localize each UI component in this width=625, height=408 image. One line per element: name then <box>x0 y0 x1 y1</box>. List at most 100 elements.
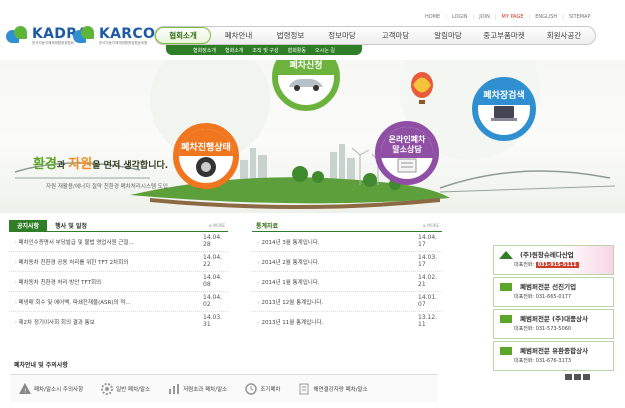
tire-icon <box>196 157 216 177</box>
top-menu-login[interactable]: LOGIN <box>452 14 468 20</box>
svg-text:!: ! <box>24 388 26 394</box>
tagline-rest: 을 먼저 생각합니다. <box>92 161 169 171</box>
scrap-status-label: 폐차진행상태 <box>179 129 233 156</box>
guide-caution[interactable]: ! 폐차/말소시 주의사항 <box>10 383 92 394</box>
hero-description: 자원 재활용/에너지 절약 친환경 폐차처리시스템 도입 <box>46 184 168 190</box>
ad-prev-button[interactable] <box>565 374 572 380</box>
stats-item-title[interactable]: · 2013년 12월 통계입니다. <box>258 298 323 306</box>
top-menu-home[interactable]: HOME <box>425 14 440 20</box>
gnb-member-space[interactable]: 회원사공간 <box>534 27 594 44</box>
ad-slider-controls <box>565 374 590 380</box>
laptop-icon <box>491 106 517 121</box>
gnb-info-square[interactable]: 정보마당 <box>315 27 369 44</box>
top-menu-mypage[interactable]: MY PAGE <box>502 14 524 20</box>
ad-company-name: 폐범퍼전문 (주)대풍상사 <box>520 315 589 323</box>
ad-company-name: (주)원창슈레다산업 <box>520 251 574 259</box>
gear-icon <box>101 382 114 395</box>
notice-row[interactable]: · 폐차인수증명서 부당발급 및 불법 영업사원 근절... 14.04.28 <box>9 232 228 252</box>
document-icon <box>299 383 309 394</box>
stats-row[interactable]: · 2014년 1월 통계입니다. 14.02.21 <box>252 272 442 292</box>
notice-title[interactable]: · 폐차동차 친환경 처리 방안 TFT회의 <box>15 278 101 286</box>
car-icon <box>289 79 323 91</box>
guide-early-scrap[interactable]: 조기폐차 <box>236 382 289 395</box>
notice-title[interactable]: · 폐차인수증명서 부당발급 및 불법 영업사원 근절... <box>15 238 134 246</box>
ad-phone: 대표전화: 031-665-0177 <box>514 294 572 300</box>
top-menu-join[interactable]: JOIN <box>479 14 490 20</box>
tab-events[interactable]: 행사 및 일정 <box>47 220 95 231</box>
tagline-environment: 환경 <box>33 157 57 172</box>
gnb-used-parts-market[interactable]: 중고부품마켓 <box>474 27 534 44</box>
ad-banner[interactable]: 폐범퍼전문 유환종합상사 대표전화: 031-676-3173 <box>493 341 614 371</box>
stats-row[interactable]: · 2014년 2월 통계입니다. 14.03.17 <box>252 252 442 272</box>
stats-item-date: 14.02.21 <box>418 274 438 288</box>
guide-confiscated-scrap[interactable]: 해연결강자량 폐차/말소 <box>289 383 376 395</box>
stats-item-date: 14.01.07 <box>418 294 438 308</box>
scrap-guide-title: 폐차안내 및 주의사항 <box>14 362 68 369</box>
ad-banner[interactable]: (주)원창슈레다산업 대표전화: 031-915-5111 <box>493 245 614 275</box>
stats-row[interactable]: · 2013년 12월 통계입니다. 14.01.07 <box>252 292 442 312</box>
karco-logo[interactable]: KARCO 한국자동차해체재활용업협동조합 <box>73 22 155 50</box>
notice-title[interactable]: · 제2차 정기이사회 회의 결과 통보 <box>15 318 95 326</box>
gnb-notice-square[interactable]: 알림마당 <box>422 27 474 44</box>
stats-item-title[interactable]: · 2013년 11월 통계입니다. <box>258 318 323 326</box>
gnb-association[interactable]: 협회소개 <box>155 27 211 44</box>
top-utility-menu: HOME | LOGIN | JOIN | MY PAGE | ENGLISH | SIT… <box>425 14 591 20</box>
main-navigation: 협회소개 폐차안내 법령정보 정보마당 고객마당 알림마당 중고부품마켓 회원사… <box>154 26 596 45</box>
hero-tagline: 환경과 자원을 먼저 생각합니다. <box>33 153 168 172</box>
ad-next-button[interactable] <box>583 374 590 380</box>
kadra-logo-mark <box>6 26 30 46</box>
stats-item-date: 13.12.11 <box>418 314 438 328</box>
guide-normal-scrap[interactable]: 일반 폐차/말소 <box>92 382 159 395</box>
scrap-status-bubble[interactable]: 폐차진행상태 <box>173 123 239 189</box>
hero-banner: 환경과 자원을 먼저 생각합니다. 자원 재활용/에너지 절약 친환경 폐차처리… <box>0 60 625 213</box>
online-consult-label: 온라인폐차 말소상담 <box>381 127 433 158</box>
company-logo-icon <box>500 347 512 355</box>
sub-navigation: 협회장소개 협회소개 조직 및 구성 협회활동 오시는 길 <box>166 45 362 55</box>
notice-row[interactable]: · 폐차동차 친환경 공동 처리를 위한 TFT 2차회의 14.04.22 <box>9 252 228 272</box>
subnav-activities[interactable]: 협회활동 <box>288 47 306 54</box>
tab-notice[interactable]: 공지사항 <box>9 220 48 231</box>
karco-logo-mark <box>73 26 97 46</box>
partner-ads: (주)원창슈레다산업 대표전화: 031-915-5111 폐범퍼전문 선진기업… <box>493 245 614 372</box>
company-logo-icon <box>500 283 512 291</box>
stats-item-title[interactable]: · 2014년 2월 통계입니다. <box>258 258 320 266</box>
scrap-request-label: 폐차신청 <box>278 60 334 75</box>
karco-logo-name: KARCO <box>99 25 156 42</box>
stats-more-link[interactable]: ⊕ MORE <box>422 223 439 228</box>
warning-icon: ! <box>19 383 31 394</box>
stats-row[interactable]: · 2013년 11월 통계입니다. 13.12.11 <box>252 312 442 332</box>
notice-row[interactable]: · 폐차동차 친환경 처리 방안 TFT회의 14.04.08 <box>9 272 228 292</box>
notice-date: 14.04.08 <box>203 274 223 288</box>
ad-pause-button[interactable] <box>574 374 581 380</box>
guide-excess-scrap[interactable]: 저렴초과 폐차/말소 <box>159 383 236 395</box>
subnav-association[interactable]: 협회소개 <box>225 47 243 54</box>
stats-row[interactable]: · 2014년 3월 통계입니다. 14.04.17 <box>252 232 442 252</box>
stats-title[interactable]: 통계자료 <box>252 220 442 232</box>
ad-banner[interactable]: 폐범퍼전문 (주)대풍상사 대표전화: 031-573-5060 <box>493 309 614 339</box>
top-menu-sitemap[interactable]: SITEMAP <box>569 14 591 20</box>
notice-more-link[interactable]: ⊕ MORE <box>208 223 225 228</box>
stats-item-date: 14.04.17 <box>418 234 438 248</box>
gnb-customer-square[interactable]: 고객마당 <box>369 27 422 44</box>
chart-icon <box>169 383 180 394</box>
ad-banner[interactable]: 폐범퍼전문 선진기업 대표전화: 031-665-0177 <box>493 277 614 307</box>
subnav-directions[interactable]: 오시는 길 <box>315 47 335 54</box>
ad-company-name: 폐범퍼전문 선진기업 <box>520 283 577 291</box>
stats-item-title[interactable]: · 2014년 3월 통계입니다. <box>258 238 320 246</box>
scrapyard-search-bubble[interactable]: 폐차장검색 <box>472 77 536 141</box>
notice-row[interactable]: · 폐냉매 회수 및 에어백, 파쇄잔재물(ASR)의 적... 14.04.0… <box>9 292 228 312</box>
notice-date: 14.04.22 <box>203 254 223 268</box>
notice-title[interactable]: · 폐냉매 회수 및 에어백, 파쇄잔재물(ASR)의 적... <box>15 298 131 306</box>
stats-item-title[interactable]: · 2014년 1월 통계입니다. <box>258 278 320 286</box>
gnb-law-info[interactable]: 법령정보 <box>266 27 315 44</box>
online-consult-bubble[interactable]: 온라인폐차 말소상담 <box>375 121 439 185</box>
notice-row[interactable]: · 제2차 정기이사회 회의 결과 통보 14.03.31 <box>9 312 228 332</box>
stats-item-date: 14.03.17 <box>418 254 438 268</box>
gnb-scrap-guide[interactable]: 폐차안내 <box>211 27 266 44</box>
subnav-chairman[interactable]: 협회장소개 <box>193 47 216 54</box>
notice-date: 14.03.31 <box>203 314 223 328</box>
tagline-and: 과 <box>56 161 69 171</box>
notice-title[interactable]: · 폐차동차 친환경 공동 처리를 위한 TFT 2차회의 <box>15 258 128 266</box>
top-menu-english[interactable]: ENGLISH <box>535 14 557 20</box>
subnav-organization[interactable]: 조직 및 구성 <box>252 47 278 54</box>
